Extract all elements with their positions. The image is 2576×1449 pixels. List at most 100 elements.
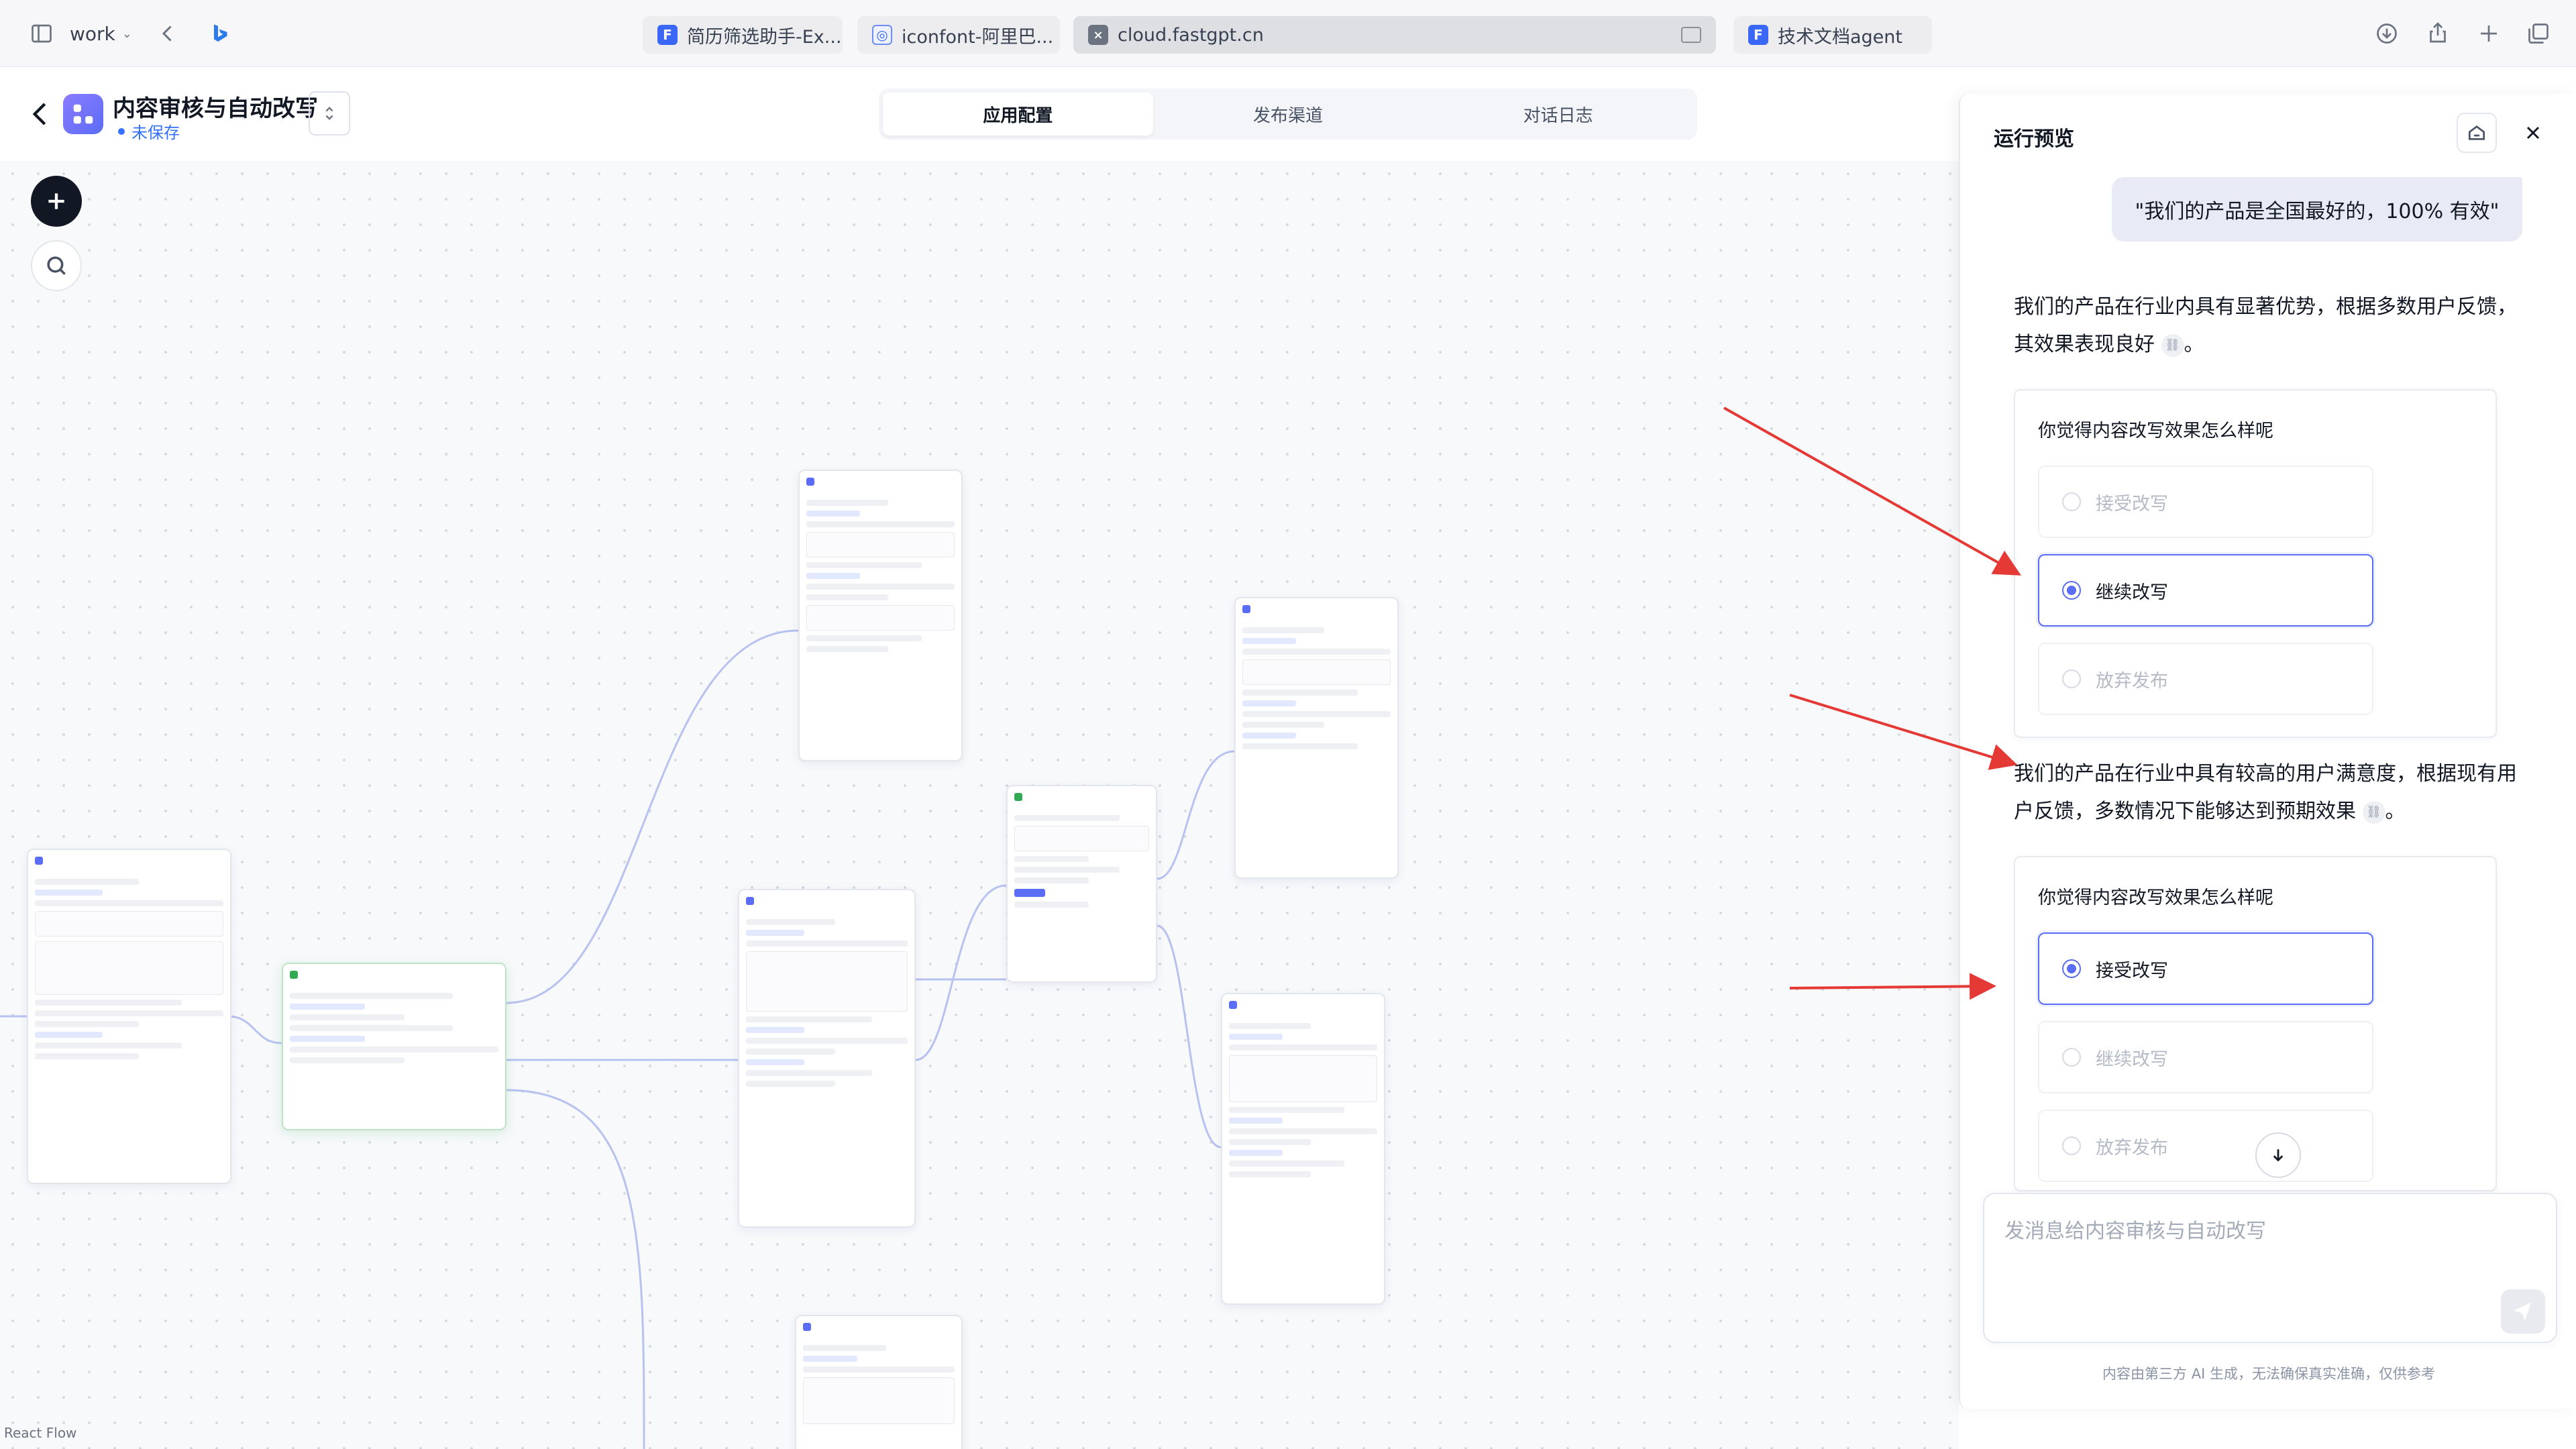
quote-icon[interactable]: ⛓ xyxy=(2161,333,2184,357)
status-dot xyxy=(118,127,125,135)
option-accept-rewrite[interactable]: 接受改写 xyxy=(2038,466,2373,538)
save-status-label: 未保存 xyxy=(131,123,180,142)
sentence-end: 。 xyxy=(2184,333,2204,356)
fastgpt-favicon-icon: F xyxy=(657,25,678,45)
option-label: 接受改写 xyxy=(2096,493,2168,515)
browser-tab-title: cloud.fastgpt.cn xyxy=(1118,24,1264,46)
close-tab-icon[interactable]: × xyxy=(1088,25,1108,45)
workflow-node[interactable] xyxy=(282,963,506,1130)
workflow-node[interactable] xyxy=(738,889,916,1228)
feedback-question: 你觉得内容改写效果怎么样呢 xyxy=(2038,421,2273,441)
ai-disclaimer: 内容由第三方 AI 生成，无法确保真实准确，仅供参考 xyxy=(2102,1366,2435,1382)
node-icon xyxy=(746,897,754,905)
home-icon[interactable] xyxy=(2457,113,2497,153)
radio-icon xyxy=(2062,1048,2081,1067)
browser-tab-fastgpt[interactable]: × cloud.fastgpt.cn xyxy=(1073,16,1716,54)
save-status: 未保存 xyxy=(118,119,180,143)
sentence-end: 。 xyxy=(2385,800,2406,823)
back-arrow-icon[interactable] xyxy=(27,97,54,131)
workflow-node[interactable] xyxy=(795,1315,963,1449)
fastgpt-favicon-icon: F xyxy=(1748,25,1768,45)
chevron-down-icon: ⌄ xyxy=(121,26,132,41)
swap-icon[interactable] xyxy=(309,91,350,136)
browser-tab-iconfont[interactable]: ◎ iconfont-阿里巴... xyxy=(857,16,1060,54)
browser-tab-techdoc[interactable]: F 技术文档agent xyxy=(1733,16,1932,54)
browser-tab-title: iconfont-阿里巴... xyxy=(902,26,1054,48)
bing-icon[interactable] xyxy=(208,20,232,47)
workflow-node[interactable] xyxy=(1006,785,1157,983)
node-icon xyxy=(1242,605,1250,613)
add-node-button[interactable] xyxy=(31,176,82,227)
edge xyxy=(1157,924,1222,1148)
option-continue-rewrite[interactable]: 继续改写 xyxy=(2038,554,2373,627)
tab-chat-logs[interactable]: 对话日志 xyxy=(1423,93,1693,136)
radio-icon xyxy=(2062,669,2081,688)
chevron-left-icon[interactable] xyxy=(156,21,180,46)
iconfont-favicon-icon: ◎ xyxy=(872,25,892,45)
workflow-node[interactable] xyxy=(798,470,963,761)
workflow-canvas[interactable]: React Flow xyxy=(0,161,1959,1449)
workflow-icon xyxy=(73,104,93,124)
option-continue-rewrite[interactable]: 继续改写 xyxy=(2038,1021,2373,1093)
arrow-down-icon xyxy=(2273,1149,2284,1162)
browser-tab-resume[interactable]: F 简历筛选助手-Ex... xyxy=(643,16,843,54)
chat-input-box xyxy=(1983,1193,2557,1343)
workflow-node[interactable] xyxy=(1221,993,1385,1305)
ai-response-text: 我们的产品在行业内具有显著优势，根据多数用户反馈，其效果表现良好 ⛓。 xyxy=(2014,288,2521,364)
browser-toolbar: work ⌄ F 简历筛选助手-Ex... ◎ iconfont-阿里巴... … xyxy=(0,0,2576,67)
download-icon[interactable] xyxy=(2373,20,2400,47)
user-message-bubble: "我们的产品是全国最好的，100% 有效" xyxy=(2112,177,2522,241)
feedback-card: 你觉得内容改写效果怎么样呢 接受改写 继续改写 放弃发布 xyxy=(2014,856,2497,1191)
edge xyxy=(1157,750,1235,880)
feedback-card: 你觉得内容改写效果怎么样呢 接受改写 继续改写 放弃发布 xyxy=(2014,389,2497,738)
tabs-icon[interactable] xyxy=(2525,20,2552,47)
search-icon xyxy=(47,256,66,275)
workflow-node[interactable] xyxy=(27,849,231,1184)
app-logo xyxy=(63,94,103,134)
message-input[interactable] xyxy=(2004,1214,2528,1295)
radio-icon xyxy=(2062,492,2081,511)
option-label: 继续改写 xyxy=(2096,1049,2168,1070)
node-icon xyxy=(290,971,298,979)
node-icon xyxy=(803,1323,811,1331)
option-label: 继续改写 xyxy=(2096,582,2168,603)
ai-response-text: 我们的产品在行业中具有较高的用户满意度，根据现有用户反馈，多数情况下能够达到预期… xyxy=(2014,755,2521,830)
quote-icon[interactable]: ⛓ xyxy=(2362,800,2385,824)
reader-mode-icon[interactable] xyxy=(1681,27,1701,43)
workspace-switcher[interactable]: work ⌄ xyxy=(70,19,132,48)
node-icon xyxy=(35,857,43,865)
feedback-question: 你觉得内容改写效果怎么样呢 xyxy=(2038,888,2273,908)
add-node-icon xyxy=(48,193,64,209)
radio-icon xyxy=(2062,959,2081,978)
node-icon xyxy=(1229,1001,1237,1009)
radio-icon xyxy=(2062,1136,2081,1155)
sidebar-icon[interactable] xyxy=(27,21,56,46)
send-button[interactable] xyxy=(2501,1289,2545,1334)
run-preview-panel: 运行预览 "我们的产品是全国最好的，100% 有效" 我们的产品在行业内具有显著… xyxy=(1959,94,2576,1409)
workflow-edges xyxy=(0,629,1235,1449)
search-node-button[interactable] xyxy=(31,240,82,291)
option-abandon-publish[interactable]: 放弃发布 xyxy=(2038,643,2373,715)
option-accept-rewrite[interactable]: 接受改写 xyxy=(2038,932,2373,1005)
react-flow-attribution[interactable]: React Flow xyxy=(4,1425,76,1441)
app-main-tabs: 应用配置 发布渠道 对话日志 xyxy=(879,89,1697,140)
option-label: 放弃发布 xyxy=(2096,1137,2168,1159)
share-icon[interactable] xyxy=(2424,20,2451,47)
edge xyxy=(506,1089,645,1449)
ai-response-body: 我们的产品在行业中具有较高的用户满意度，根据现有用户反馈，多数情况下能够达到预期… xyxy=(2014,762,2517,823)
tab-publish-channel[interactable]: 发布渠道 xyxy=(1153,93,1424,136)
browser-tab-title: 技术文档agent xyxy=(1778,26,1902,48)
workflow-node[interactable] xyxy=(1234,597,1399,879)
close-icon[interactable] xyxy=(2518,118,2548,148)
option-abandon-publish[interactable]: 放弃发布 xyxy=(2038,1110,2373,1182)
node-icon xyxy=(806,478,814,486)
node-icon xyxy=(1014,793,1022,801)
app-title: 内容审核与自动改写 xyxy=(113,95,318,122)
option-label: 放弃发布 xyxy=(2096,670,2168,692)
tab-app-config[interactable]: 应用配置 xyxy=(883,93,1153,136)
plus-icon[interactable] xyxy=(2475,20,2502,47)
radio-icon xyxy=(2062,581,2081,600)
scroll-to-bottom-button[interactable] xyxy=(2255,1132,2301,1178)
preview-title: 运行预览 xyxy=(1994,127,2074,151)
edge xyxy=(227,1015,282,1044)
